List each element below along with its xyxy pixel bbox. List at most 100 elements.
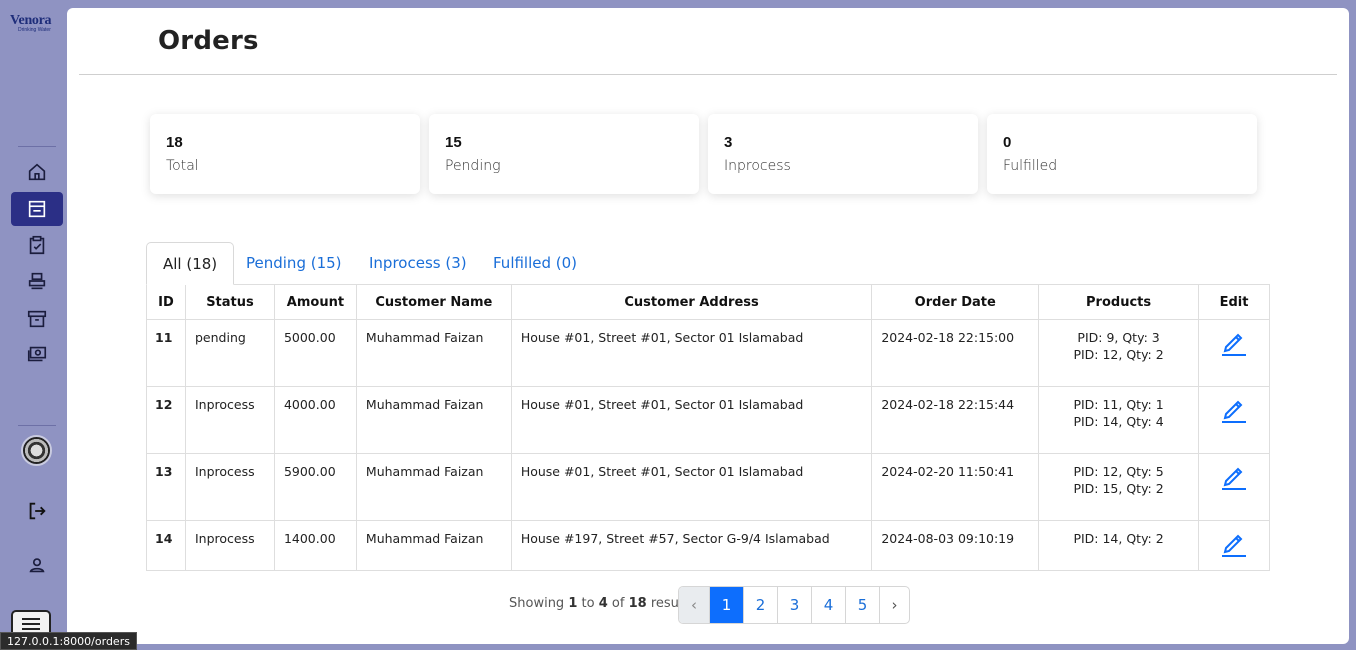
product-line: PID: 12, Qty: 2 [1073, 347, 1164, 362]
brand-logo[interactable]: Venora Drinking Water [10, 14, 64, 38]
home-icon [28, 163, 46, 181]
stat-count: 0 [1003, 134, 1012, 151]
column-header[interactable]: Customer Name [355, 284, 512, 320]
orders-table-container: ID Status Amount Customer Name Customer … [146, 284, 1271, 571]
logout-button[interactable] [11, 494, 63, 528]
sidebar-item-orders[interactable] [11, 192, 63, 226]
stat-label: Total [166, 158, 199, 174]
tab-all[interactable]: All (18) [146, 242, 235, 285]
order-date: 2024-02-18 22:15:00 [871, 319, 1040, 387]
prev-page-button[interactable]: ‹ [679, 587, 709, 623]
order-amount: 5900.00 [273, 453, 357, 521]
logout-icon [29, 502, 46, 520]
printer-icon [28, 272, 46, 290]
customer-address: House #01, Street #01, Sector 01 Islamab… [510, 386, 873, 454]
main-panel: Orders 18 Total 15 Pending 3 Inprocess 0… [67, 8, 1349, 644]
customer-name: Muhammad Faizan [355, 386, 512, 454]
customer-name: Muhammad Faizan [355, 453, 512, 521]
cash-icon [27, 346, 47, 362]
table-row: 13 Inprocess 5900.00 Muhammad Faizan Hou… [146, 453, 1271, 521]
archive-icon [27, 310, 47, 328]
column-header[interactable]: ID [146, 284, 186, 320]
tab-inprocess[interactable]: Inprocess (3) [353, 242, 483, 285]
edit-order-button[interactable] [1221, 328, 1247, 356]
order-status: Inprocess [184, 520, 275, 571]
page-button-5[interactable]: 5 [845, 587, 879, 623]
summary-to: 4 [598, 596, 608, 611]
edit-order-button[interactable] [1221, 462, 1247, 490]
page-button-2[interactable]: 2 [743, 587, 777, 623]
order-id: 12 [146, 386, 186, 454]
column-header[interactable]: Customer Address [510, 284, 873, 320]
column-header[interactable]: Products [1038, 284, 1199, 320]
summary-from: 1 [568, 596, 578, 611]
next-page-button[interactable]: › [879, 587, 909, 623]
sidebar-item-payments[interactable] [11, 337, 63, 371]
clipboard-check-icon [29, 235, 45, 255]
stat-count: 3 [724, 134, 733, 151]
order-status: pending [184, 319, 275, 387]
page-button-3[interactable]: 3 [777, 587, 811, 623]
table-row: 12 Inprocess 4000.00 Muhammad Faizan Hou… [146, 386, 1271, 454]
browser-status-url: 127.0.0.1:8000/orders [0, 632, 137, 650]
order-date: 2024-08-03 09:10:19 [871, 520, 1040, 571]
orders-table: ID Status Amount Customer Name Customer … [146, 284, 1271, 571]
table-header-row: ID Status Amount Customer Name Customer … [146, 284, 1271, 320]
order-amount: 4000.00 [273, 386, 357, 454]
profile-button[interactable] [11, 548, 63, 582]
page-button-1[interactable]: 1 [709, 587, 743, 623]
page-title: Orders [158, 26, 259, 56]
stat-count: 18 [166, 134, 183, 151]
edit-cell [1197, 386, 1271, 454]
sidebar-item-archive[interactable] [11, 302, 63, 336]
customer-name: Muhammad Faizan [355, 319, 512, 387]
shop-icon [28, 200, 46, 218]
pencil-icon [1221, 534, 1246, 557]
stat-card-total: 18 Total [150, 114, 420, 194]
tab-fulfilled[interactable]: Fulfilled (0) [477, 242, 593, 285]
sidebar-item-home[interactable] [11, 155, 63, 189]
edit-cell [1197, 319, 1271, 387]
stat-label: Pending [445, 158, 501, 174]
logo-subtext: Drinking Water [18, 27, 51, 33]
pagination-summary: Showing 1 to 4 of 18 results [509, 596, 694, 611]
edit-cell [1197, 453, 1271, 521]
table-row: 14 Inprocess 1400.00 Muhammad Faizan Hou… [146, 520, 1271, 571]
table-row: 11 pending 5000.00 Muhammad Faizan House… [146, 319, 1271, 387]
column-header[interactable]: Order Date [871, 284, 1040, 320]
tab-pending[interactable]: Pending (15) [230, 242, 358, 285]
stat-count: 15 [445, 134, 462, 151]
edit-order-button[interactable] [1221, 529, 1247, 557]
hamburger-icon [22, 618, 40, 630]
logo-text: Venora [10, 13, 52, 28]
product-line: PID: 15, Qty: 2 [1073, 481, 1164, 496]
pencil-icon [1221, 400, 1246, 423]
order-products: PID: 9, Qty: 3 PID: 12, Qty: 2 [1038, 319, 1199, 387]
summary-prefix: Showing [509, 596, 565, 611]
customer-name: Muhammad Faizan [355, 520, 512, 571]
stat-card-inprocess: 3 Inprocess [708, 114, 978, 194]
customer-address: House #01, Street #01, Sector 01 Islamab… [510, 453, 873, 521]
sidebar-item-print[interactable] [11, 264, 63, 298]
product-line: PID: 9, Qty: 3 [1077, 330, 1160, 345]
stat-card-fulfilled: 0 Fulfilled [987, 114, 1257, 194]
sidebar-item-tasks[interactable] [11, 228, 63, 262]
edit-cell [1197, 520, 1271, 571]
column-header[interactable]: Status [184, 284, 275, 320]
page-button-4[interactable]: 4 [811, 587, 845, 623]
product-line: PID: 14, Qty: 4 [1073, 414, 1164, 429]
edit-order-button[interactable] [1221, 395, 1247, 423]
order-status: Inprocess [184, 453, 275, 521]
product-line: PID: 12, Qty: 5 [1073, 464, 1164, 479]
order-amount: 5000.00 [273, 319, 357, 387]
column-header[interactable]: Amount [273, 284, 357, 320]
order-id: 13 [146, 453, 186, 521]
stat-label: Inprocess [724, 158, 791, 174]
order-id: 11 [146, 319, 186, 387]
pagination: ‹ 1 2 3 4 5 › [678, 586, 910, 624]
order-products: PID: 14, Qty: 2 [1038, 520, 1199, 571]
avatar[interactable] [21, 435, 52, 466]
summary-of-word: of [611, 596, 625, 611]
pencil-icon [1221, 333, 1246, 356]
column-header: Edit [1197, 284, 1271, 320]
